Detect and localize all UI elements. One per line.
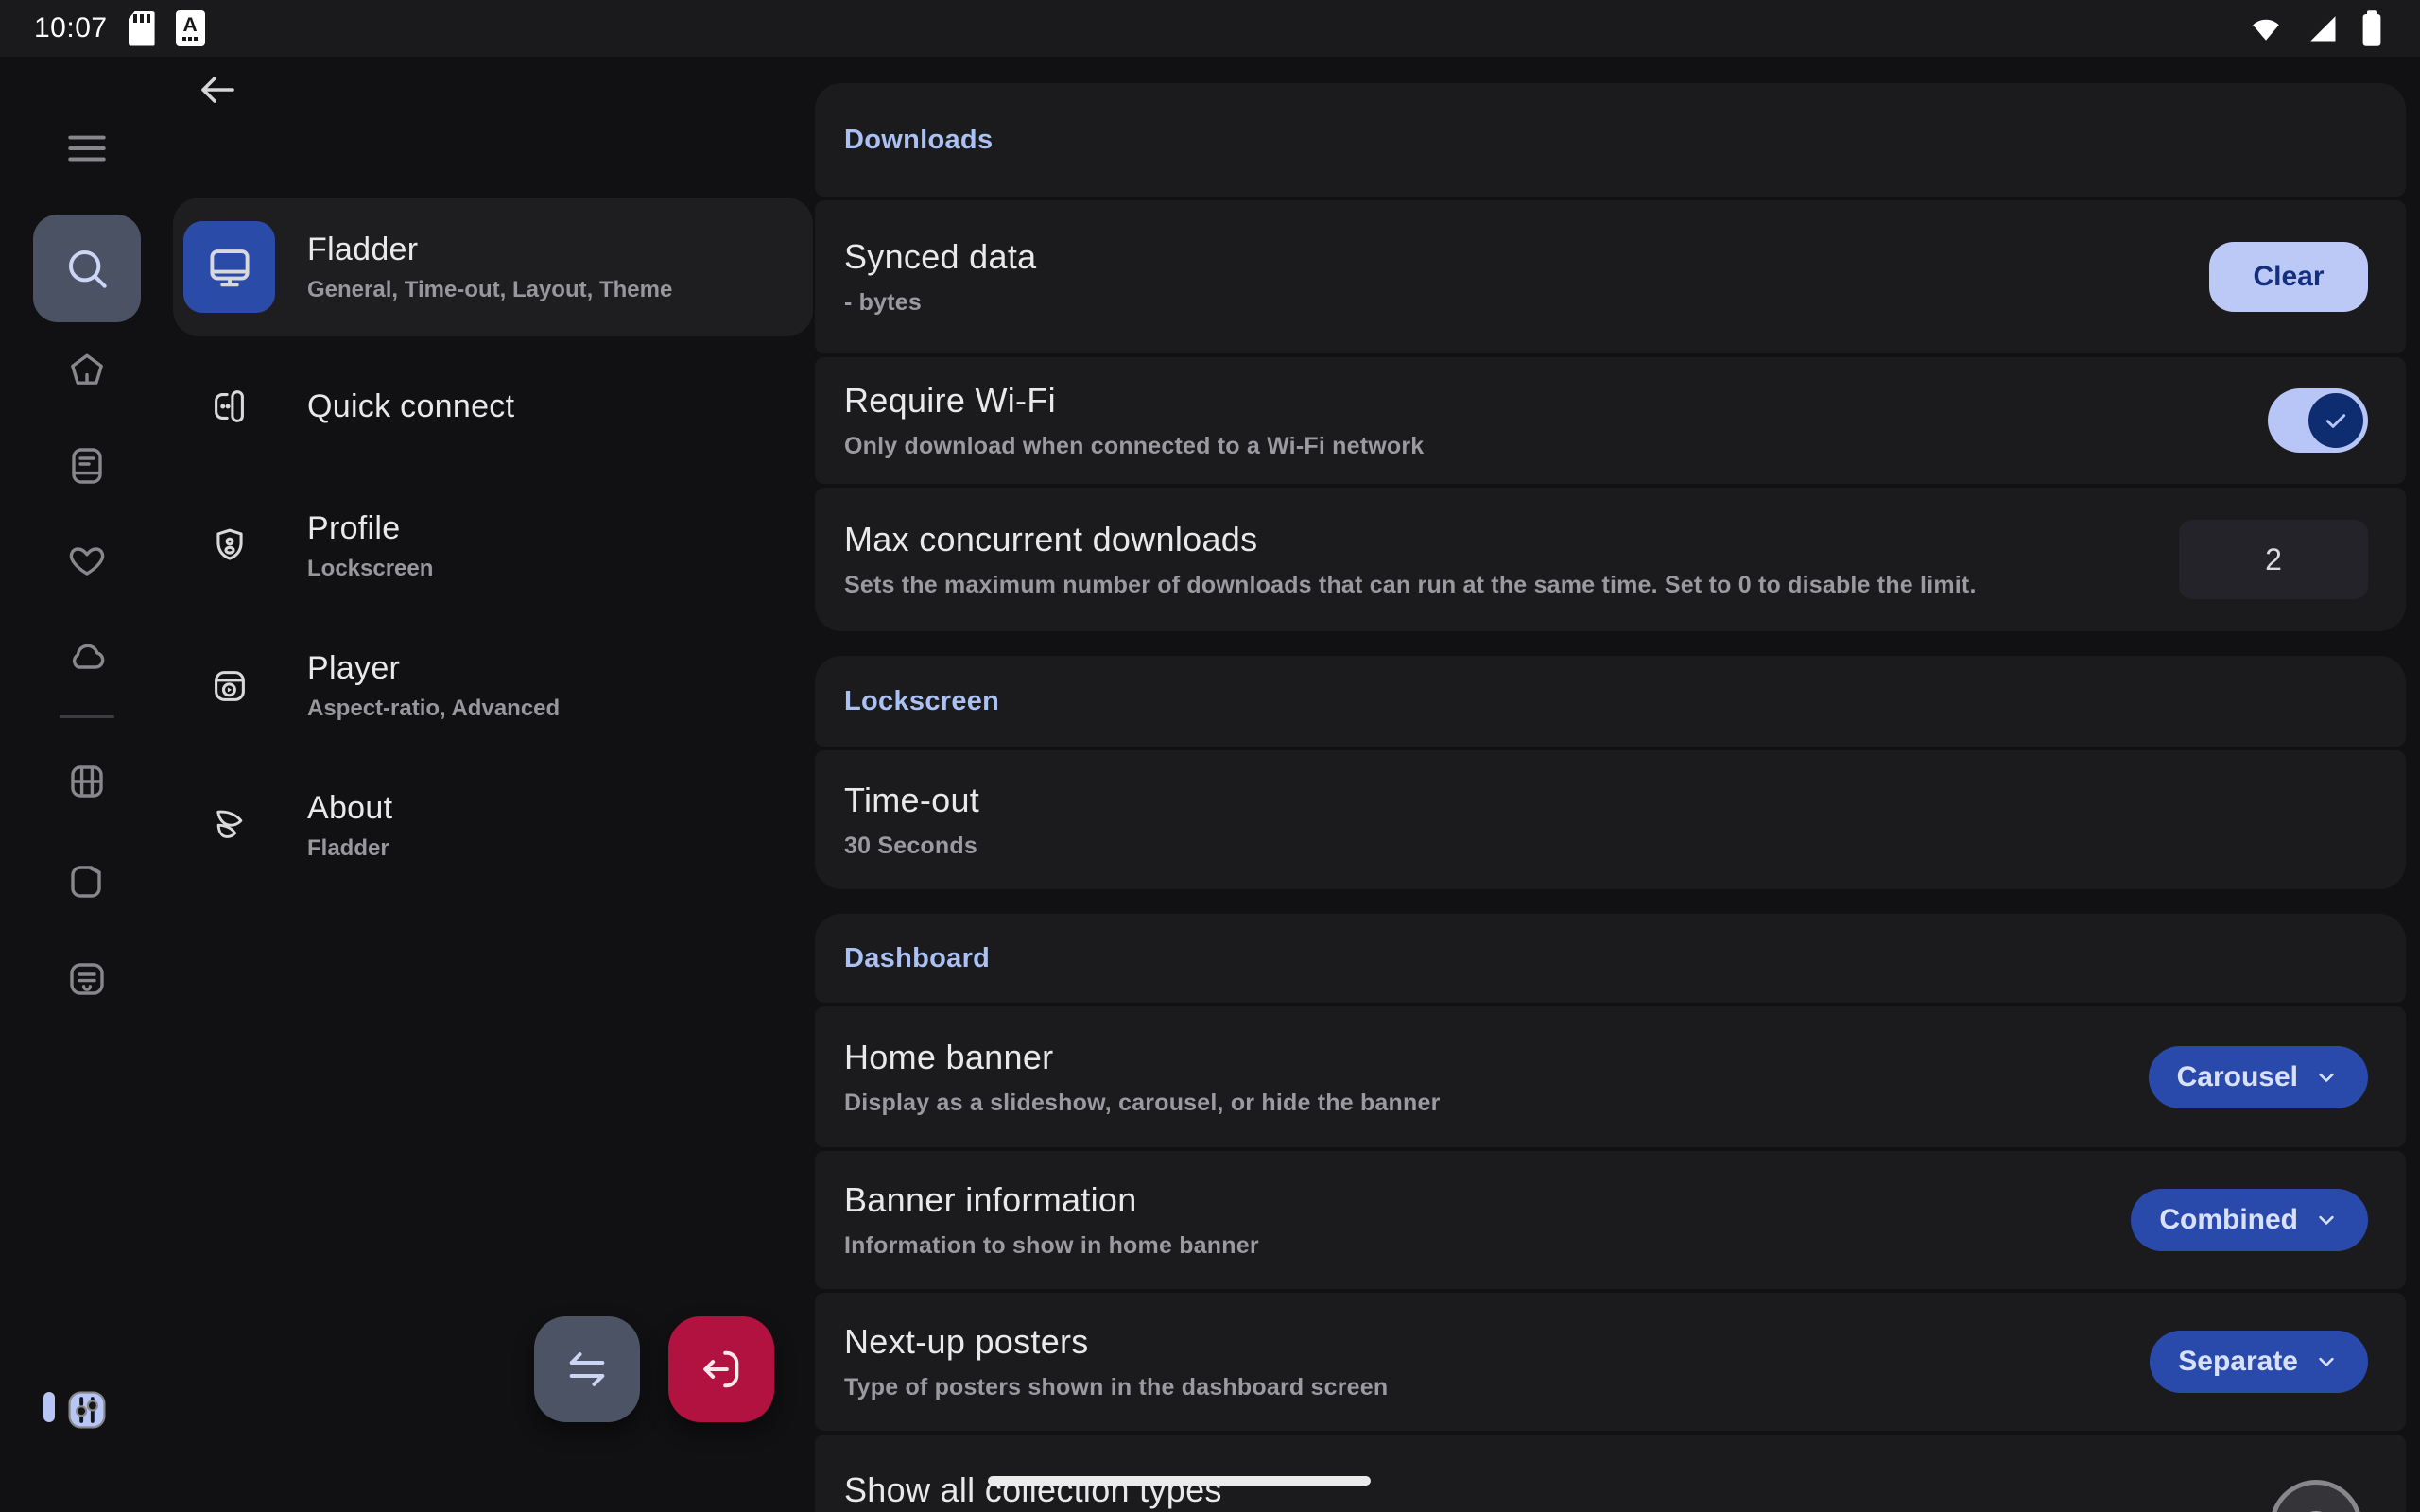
settings-nav-panel: Fladder General, Time-out, Layout, Theme… bbox=[173, 57, 813, 1512]
library-icon[interactable] bbox=[64, 443, 110, 489]
section-header: Dashboard bbox=[815, 914, 2406, 1003]
row-subtitle: Information to show in home banner bbox=[844, 1232, 2102, 1260]
wifi-icon bbox=[2244, 11, 2288, 45]
nav-item-title: Profile bbox=[307, 510, 433, 547]
swap-arrows-icon bbox=[561, 1343, 614, 1396]
rail-divider bbox=[60, 715, 114, 718]
setting-row-show-all-collection-types[interactable]: Show all collection types bbox=[815, 1435, 2406, 1512]
cellular-signal-icon bbox=[2303, 11, 2342, 45]
row-title: Synced data bbox=[844, 237, 2181, 277]
logout-fab[interactable] bbox=[668, 1316, 774, 1422]
chevron-down-icon bbox=[2313, 1207, 2340, 1233]
gesture-navigation-bar[interactable] bbox=[988, 1476, 1371, 1486]
row-title: Home banner bbox=[844, 1038, 2120, 1077]
row-subtitle: Type of posters shown in the dashboard s… bbox=[844, 1374, 2121, 1401]
clear-button[interactable]: Clear bbox=[2209, 242, 2368, 312]
row-subtitle: Only download when connected to a Wi-Fi … bbox=[844, 433, 2239, 460]
nav-item-about[interactable]: About Fladder bbox=[173, 756, 813, 896]
nav-item-subtitle: Aspect-ratio, Advanced bbox=[307, 696, 560, 722]
settings-sliders-icon bbox=[62, 1385, 112, 1435]
dropdown-value: Separate bbox=[2178, 1346, 2298, 1378]
setting-row-banner-information[interactable]: Banner information Information to show i… bbox=[815, 1151, 2406, 1289]
sidebar-rail bbox=[0, 57, 173, 1512]
nav-item-subtitle: Fladder bbox=[307, 835, 392, 862]
rail-item-settings[interactable] bbox=[62, 1385, 112, 1439]
row-subtitle: 30 Seconds bbox=[844, 833, 2340, 860]
rail-item-search[interactable] bbox=[33, 215, 141, 322]
row-subtitle: Sets the maximum number of downloads tha… bbox=[844, 572, 2151, 599]
banner-information-dropdown[interactable]: Combined bbox=[2131, 1189, 2368, 1251]
sd-card-icon bbox=[129, 11, 155, 46]
setting-row-max-downloads[interactable]: Max concurrent downloads Sets the maximu… bbox=[815, 488, 2406, 631]
row-subtitle: - bytes bbox=[844, 289, 2181, 317]
media-film-icon[interactable] bbox=[64, 759, 110, 804]
nav-item-profile[interactable]: Profile Lockscreen bbox=[173, 476, 813, 616]
section-lockscreen: Lockscreen Time-out 30 Seconds bbox=[815, 656, 2406, 889]
quick-connect-icon bbox=[208, 385, 251, 428]
row-title: Require Wi-Fi bbox=[844, 381, 2239, 421]
settings-content-panel: Downloads Synced data - bytes Clear Requ… bbox=[815, 57, 2406, 1512]
row-title: Max concurrent downloads bbox=[844, 520, 2151, 559]
folder-icon[interactable] bbox=[64, 858, 110, 903]
chevron-down-icon bbox=[2313, 1349, 2340, 1375]
nav-item-subtitle: General, Time-out, Layout, Theme bbox=[307, 277, 672, 303]
switch-server-fab[interactable] bbox=[534, 1316, 640, 1422]
nav-item-fladder[interactable]: Fladder General, Time-out, Layout, Theme bbox=[173, 198, 813, 336]
section-header: Lockscreen bbox=[815, 656, 2406, 747]
app-notification-icon: A bbox=[176, 10, 205, 46]
favorites-heart-icon[interactable] bbox=[64, 537, 110, 582]
check-icon bbox=[2321, 405, 2351, 436]
player-icon bbox=[208, 664, 251, 708]
monitor-icon bbox=[202, 240, 257, 295]
next-up-posters-dropdown[interactable]: Separate bbox=[2150, 1331, 2368, 1393]
settings-selected-indicator bbox=[43, 1392, 55, 1422]
setting-row-require-wifi[interactable]: Require Wi-Fi Only download when connect… bbox=[815, 357, 2406, 484]
row-subtitle: Display as a slideshow, carousel, or hid… bbox=[844, 1090, 2120, 1117]
subtitles-icon[interactable] bbox=[64, 956, 110, 1002]
setting-row-timeout[interactable]: Time-out 30 Seconds bbox=[815, 750, 2406, 889]
status-bar: 10:07 A bbox=[0, 0, 2420, 57]
clock: 10:07 bbox=[34, 12, 108, 44]
nav-item-subtitle: Lockscreen bbox=[307, 556, 433, 582]
max-downloads-input[interactable]: 2 bbox=[2179, 520, 2368, 599]
setting-row-next-up-posters[interactable]: Next-up posters Type of posters shown in… bbox=[815, 1293, 2406, 1431]
profile-shield-icon bbox=[208, 524, 251, 568]
nav-item-title: About bbox=[307, 790, 392, 827]
row-title: Next-up posters bbox=[844, 1322, 2121, 1362]
nav-item-title: Player bbox=[307, 650, 560, 687]
logout-icon bbox=[695, 1343, 748, 1396]
home-banner-dropdown[interactable]: Carousel bbox=[2149, 1046, 2368, 1108]
nav-item-player[interactable]: Player Aspect-ratio, Advanced bbox=[173, 616, 813, 756]
search-icon bbox=[60, 242, 113, 295]
nav-item-title: Quick connect bbox=[307, 388, 514, 425]
section-dashboard: Dashboard Home banner Display as a slide… bbox=[815, 914, 2406, 1512]
chevron-down-icon bbox=[2313, 1064, 2340, 1091]
setting-row-home-banner[interactable]: Home banner Display as a slideshow, caro… bbox=[815, 1006, 2406, 1147]
home-icon[interactable] bbox=[64, 349, 110, 394]
toggle-thumb bbox=[2308, 393, 2363, 448]
back-arrow-icon bbox=[195, 67, 240, 112]
dropdown-value: Combined bbox=[2159, 1204, 2298, 1236]
setting-row-synced-data[interactable]: Synced data - bytes Clear bbox=[815, 200, 2406, 353]
row-title: Banner information bbox=[844, 1180, 2102, 1220]
menu-icon[interactable] bbox=[63, 125, 111, 172]
battery-icon bbox=[2358, 8, 2386, 49]
row-title: Time-out bbox=[844, 781, 2340, 820]
fladder-logo-icon bbox=[208, 804, 251, 848]
nav-item-title: Fladder bbox=[307, 232, 672, 268]
cloud-sync-icon[interactable] bbox=[64, 632, 110, 678]
require-wifi-toggle[interactable] bbox=[2268, 388, 2368, 453]
dropdown-value: Carousel bbox=[2177, 1061, 2298, 1093]
back-button[interactable] bbox=[194, 66, 241, 113]
fladder-settings-tile bbox=[183, 221, 275, 313]
nav-item-quick-connect[interactable]: Quick connect bbox=[173, 336, 813, 476]
section-downloads: Downloads Synced data - bytes Clear Requ… bbox=[815, 83, 2406, 631]
section-header: Downloads bbox=[815, 83, 2406, 197]
